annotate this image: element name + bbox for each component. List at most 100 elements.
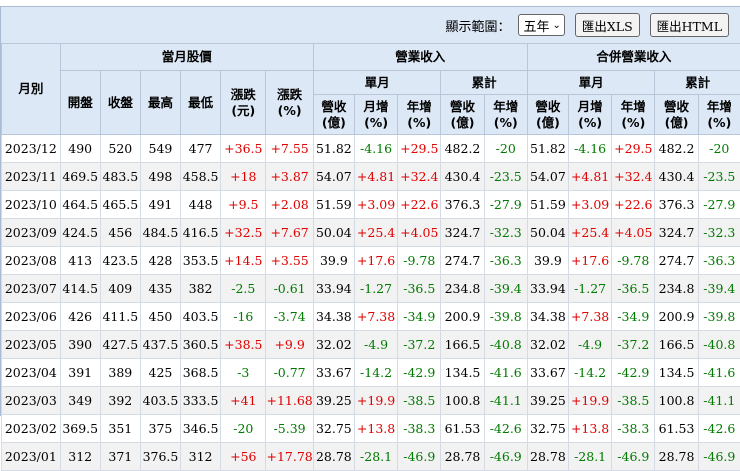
table-cell: -36.5: [398, 275, 441, 303]
table-cell: -32.3: [484, 219, 527, 247]
table-cell: 100.8: [441, 387, 484, 415]
table-cell: 34.38: [527, 303, 568, 331]
table-cell: 200.9: [441, 303, 484, 331]
table-cell: -4.9: [568, 331, 611, 359]
table-cell: -3.74: [266, 303, 313, 331]
table-cell: 483.5: [100, 163, 140, 191]
table-cell: 234.8: [441, 275, 484, 303]
table-cell: -41.1: [698, 387, 740, 415]
table-cell: +22.6: [612, 191, 655, 219]
table-cell: 375: [140, 415, 180, 443]
table-cell: -36.5: [612, 275, 655, 303]
table-cell: 33.94: [313, 275, 354, 303]
table-cell: 51.59: [527, 191, 568, 219]
header-month: 月別: [2, 44, 61, 135]
range-select[interactable]: 五年 ⌄: [518, 14, 564, 36]
table-cell: -42.6: [698, 415, 740, 443]
table-cell: 32.02: [527, 331, 568, 359]
table-cell: -9.78: [398, 247, 441, 275]
table-cell: -36.3: [698, 247, 740, 275]
table-cell: 403.5: [140, 387, 180, 415]
table-cell: +3.09: [354, 191, 397, 219]
table-row: 2023/03349392403.5333.5+41+11.6839.25+19…: [2, 387, 740, 415]
table-cell: -4.16: [354, 135, 397, 163]
table-row: 2023/10464.5465.5491448+9.5+2.0851.59+3.…: [2, 191, 740, 219]
toolbar: 顯示範圍： 五年 ⌄ 匯出XLS 匯出HTML: [1, 7, 740, 43]
table-cell: -4.16: [568, 135, 611, 163]
month-cell: 2023/08: [2, 247, 61, 275]
table-cell: 403.5: [181, 303, 221, 331]
range-select-value: 五年: [523, 16, 549, 35]
month-cell: 2023/03: [2, 387, 61, 415]
table-cell: 456: [100, 219, 140, 247]
table-cell: +17.78: [266, 443, 313, 471]
table-cell: 39.9: [313, 247, 354, 275]
table-cell: -34.9: [398, 303, 441, 331]
month-cell: 2023/10: [2, 191, 61, 219]
table-cell: -0.77: [266, 359, 313, 387]
table-cell: -20: [221, 415, 266, 443]
table-cell: +14.5: [221, 247, 266, 275]
table-cell: +7.38: [354, 303, 397, 331]
table-cell: 312: [60, 443, 100, 471]
table-cell: 411.5: [100, 303, 140, 331]
header-revenue: 營業收入: [313, 44, 527, 71]
table-cell: -0.61: [266, 275, 313, 303]
header-stock-price: 當月股價: [60, 44, 313, 71]
header-change-amount: 漲跌(元): [221, 71, 266, 135]
table-cell: 477: [181, 135, 221, 163]
table-row: 2023/01312371376.5312+56+17.7828.78-28.1…: [2, 443, 740, 471]
table-cell: -9.78: [612, 247, 655, 275]
table-cell: -3: [221, 359, 266, 387]
table-cell: 28.78: [313, 443, 354, 471]
table-cell: 134.5: [441, 359, 484, 387]
table-cell: 484.5: [140, 219, 180, 247]
table-cell: +13.8: [568, 415, 611, 443]
table-cell: -1.27: [354, 275, 397, 303]
table-cell: -40.8: [698, 331, 740, 359]
header-yoy: 年增(%): [398, 95, 441, 135]
table-cell: -36.3: [484, 247, 527, 275]
table-cell: +32.4: [612, 163, 655, 191]
table-cell: -37.2: [398, 331, 441, 359]
table-cell: 458.5: [181, 163, 221, 191]
export-html-button[interactable]: 匯出HTML: [650, 13, 729, 37]
table-cell: +25.4: [354, 219, 397, 247]
table-cell: 351: [100, 415, 140, 443]
header-cons-mom: 月增(%): [568, 95, 611, 135]
table-cell: 376.3: [441, 191, 484, 219]
table-cell: +7.55: [266, 135, 313, 163]
table-row: 2023/12490520549477+36.5+7.5551.82-4.16+…: [2, 135, 740, 163]
table-cell: 100.8: [655, 387, 698, 415]
header-cons-yoy: 年增(%): [612, 95, 655, 135]
table-cell: +32.5: [221, 219, 266, 247]
header-cons-cum-yoy: 年增(%): [698, 95, 740, 135]
table-cell: +4.81: [354, 163, 397, 191]
table-cell: 382: [181, 275, 221, 303]
table-row: 2023/04391389425368.5-3-0.7733.67-14.2-4…: [2, 359, 740, 387]
table-cell: +4.81: [568, 163, 611, 191]
table-body: 2023/12490520549477+36.5+7.5551.82-4.16+…: [2, 135, 740, 471]
table-cell: 369.5: [60, 415, 100, 443]
table-cell: +3.09: [568, 191, 611, 219]
export-xls-button[interactable]: 匯出XLS: [575, 13, 640, 37]
table-cell: -27.9: [484, 191, 527, 219]
table-cell: +29.5: [612, 135, 655, 163]
table-cell: +7.38: [568, 303, 611, 331]
table-cell: 54.07: [313, 163, 354, 191]
table-cell: -42.6: [484, 415, 527, 443]
table-cell: -28.1: [568, 443, 611, 471]
table-cell: 346.5: [181, 415, 221, 443]
table-cell: +29.5: [398, 135, 441, 163]
table-cell: +4.05: [612, 219, 655, 247]
table-cell: -28.1: [354, 443, 397, 471]
table-cell: 324.7: [655, 219, 698, 247]
revenue-table: 月別 當月股價 營業收入 合併營業收入 開盤 收盤 最高 最低 漲跌(元) 漲跌…: [1, 43, 740, 471]
table-cell: 416.5: [181, 219, 221, 247]
table-cell: +3.55: [266, 247, 313, 275]
table-cell: -4.9: [354, 331, 397, 359]
table-cell: 51.82: [313, 135, 354, 163]
table-cell: +19.9: [568, 387, 611, 415]
table-cell: 166.5: [655, 331, 698, 359]
month-cell: 2023/12: [2, 135, 61, 163]
